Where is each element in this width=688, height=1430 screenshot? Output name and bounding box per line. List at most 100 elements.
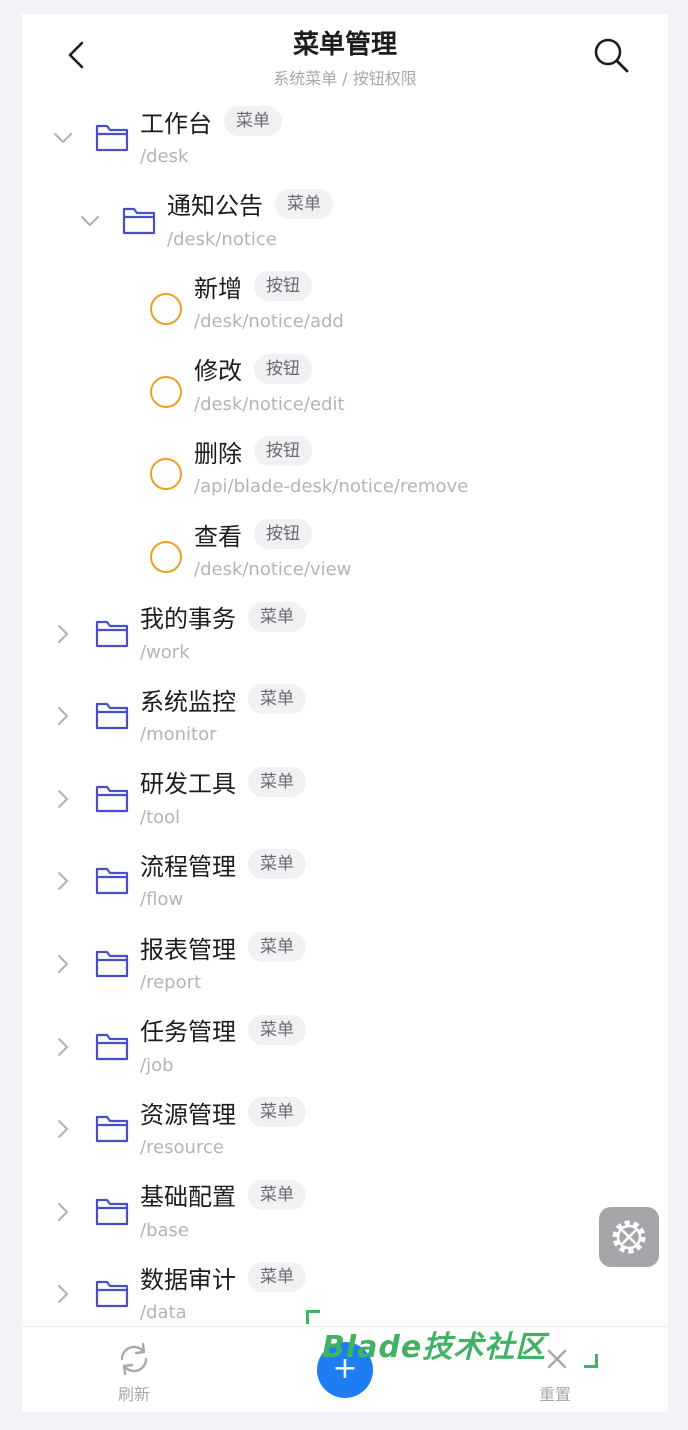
node-path: /desk/notice/view (194, 559, 352, 580)
tree-node[interactable]: 删除 按钮/api/blade-desk/notice/remove (22, 434, 668, 516)
folder-icon (95, 124, 129, 152)
node-name: 基础配置 (140, 1183, 236, 1212)
page-subtitle: 系统菜单 / 按钮权限 (273, 69, 417, 88)
node-name: 新增 (194, 274, 242, 303)
node-title-row: 查看 按钮 (194, 517, 312, 551)
node-name: 我的事务 (140, 605, 236, 634)
gear-tools-icon (612, 1220, 646, 1254)
folder-icon (95, 868, 129, 895)
node-path: /desk/notice/edit (194, 393, 345, 415)
tree-node[interactable]: 查看 按钮/desk/notice/view (22, 517, 668, 599)
node-title-row: 数据审计 菜单 (140, 1260, 306, 1294)
node-name: 研发工具 (140, 770, 236, 799)
tree-node[interactable]: 通知公告 菜单/desk/notice (22, 187, 668, 269)
chevron-right-icon[interactable] (51, 1282, 75, 1306)
folder-icon (95, 785, 129, 812)
tree-node[interactable]: 基础配置 菜单/base (22, 1178, 668, 1260)
tree-node[interactable]: 资源管理 菜单/resource (22, 1095, 668, 1177)
node-type-badge: 菜单 (248, 684, 306, 715)
node-path: /tool (140, 806, 181, 828)
node-title-row: 我的事务 菜单 (140, 600, 306, 634)
node-type-badge: 菜单 (248, 1097, 306, 1128)
node-type-badge: 菜单 (248, 849, 306, 880)
node-title-row: 任务管理 菜单 (140, 1013, 306, 1047)
chevron-right-icon[interactable] (51, 1035, 75, 1059)
node-type-badge: 菜单 (248, 1262, 306, 1293)
node-name: 资源管理 (140, 1100, 236, 1129)
node-type-badge: 菜单 (224, 106, 282, 136)
chevron-right-icon[interactable] (51, 1200, 75, 1224)
node-path: /base (140, 1219, 189, 1241)
settings-fab[interactable] (599, 1207, 659, 1267)
node-path: /monitor (140, 724, 217, 746)
node-path: /work (140, 641, 190, 663)
node-type-badge: 菜单 (248, 1014, 306, 1045)
watermark-corner-icon (584, 1354, 598, 1368)
folder-icon (95, 1116, 129, 1143)
folder-icon (95, 620, 129, 647)
folder-icon (95, 1281, 129, 1308)
tree-node[interactable]: 研发工具 菜单/tool (22, 765, 668, 847)
node-type-badge: 菜单 (248, 766, 306, 797)
node-name: 数据审计 (140, 1265, 236, 1294)
node-title-row: 工作台 菜单 (140, 104, 282, 138)
folder-icon (95, 703, 129, 730)
node-name: 修改 (194, 357, 242, 386)
tree-node[interactable]: 任务管理 菜单/job (22, 1013, 668, 1095)
button-node-icon (150, 541, 182, 573)
node-name: 报表管理 (140, 935, 236, 964)
chevron-right-icon[interactable] (51, 622, 75, 646)
button-node-icon (150, 458, 182, 491)
watermark-corner-icon (306, 1310, 320, 1324)
tree-node[interactable]: 报表管理 菜单/report (22, 930, 668, 1012)
node-path: /data (140, 1302, 187, 1324)
node-title-row: 系统监控 菜单 (140, 682, 306, 716)
chevron-right-icon[interactable] (51, 1117, 75, 1141)
tree-node[interactable]: 我的事务 菜单/work (22, 600, 668, 682)
node-type-badge: 菜单 (248, 1179, 306, 1210)
folder-icon (122, 207, 156, 234)
node-name: 工作台 (140, 109, 212, 138)
chevron-right-icon[interactable] (51, 787, 75, 811)
chevron-right-icon[interactable] (51, 704, 75, 728)
node-title-row: 研发工具 菜单 (140, 765, 306, 799)
node-type-badge: 按钮 (254, 353, 312, 384)
refresh-icon (120, 1342, 148, 1376)
node-path: /report (140, 972, 202, 993)
node-type-badge: 菜单 (275, 188, 333, 219)
watermark: Blade技术社区 (306, 1310, 606, 1372)
node-type-badge: 按钮 (254, 271, 312, 302)
node-title-row: 通知公告 菜单 (167, 187, 333, 221)
node-title-row: 资源管理 菜单 (140, 1095, 306, 1129)
node-name: 流程管理 (140, 852, 236, 881)
folder-icon (95, 950, 129, 978)
chevron-right-icon[interactable] (51, 869, 75, 893)
node-title-row: 删除 按钮 (194, 434, 312, 468)
chevron-down-icon[interactable] (51, 126, 75, 150)
app-screen: 菜单管理 系统菜单 / 按钮权限 工作台 菜单/desk 通知公告 菜单/desk/n… (22, 14, 668, 1412)
node-title-row: 新增 按钮 (194, 269, 312, 303)
node-name: 查看 (194, 522, 242, 551)
folder-icon (95, 1198, 129, 1225)
node-title-row: 修改 按钮 (194, 352, 312, 386)
tree-node[interactable]: 新增 按钮/desk/notice/add (22, 269, 668, 351)
refresh-label: 刷新 (117, 1385, 150, 1404)
node-path: /resource (140, 1137, 224, 1159)
search-button[interactable] (592, 36, 630, 74)
chevron-down-icon[interactable] (78, 209, 102, 233)
reset-label: 重置 (538, 1385, 571, 1404)
chevron-right-icon[interactable] (51, 952, 75, 976)
tree-node[interactable]: 流程管理 菜单/flow (22, 847, 668, 929)
node-type-badge: 菜单 (248, 932, 306, 962)
tree-node[interactable]: 系统监控 菜单/monitor (22, 682, 668, 764)
node-path: /desk (140, 146, 189, 167)
refresh-button[interactable]: 刷新 (110, 1339, 158, 1404)
node-path: /flow (140, 889, 184, 911)
node-path: /desk/notice (167, 228, 277, 250)
node-name: 系统监控 (140, 687, 236, 716)
node-name: 通知公告 (167, 192, 263, 221)
node-path: /desk/notice/add (194, 311, 344, 333)
node-type-badge: 按钮 (254, 436, 312, 467)
tree-node[interactable]: 修改 按钮/desk/notice/edit (22, 352, 668, 434)
tree-node[interactable]: 工作台 菜单/desk (22, 104, 668, 186)
